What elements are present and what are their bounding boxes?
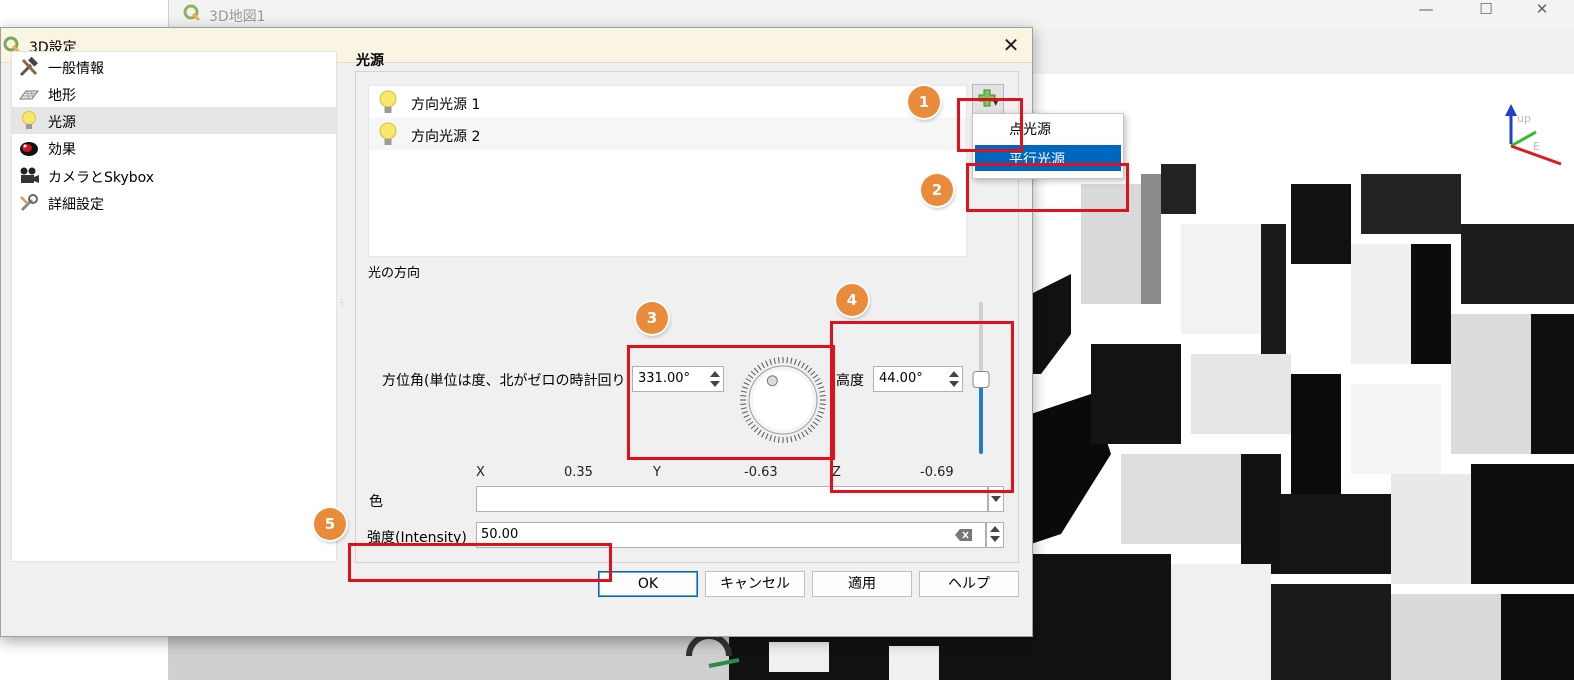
nav-label-general: 一般情報 [48,61,104,77]
main-titlebar: 3D地図1 — ☐ ✕ [169,0,1574,30]
map-bottom-strip [169,636,1031,680]
highlight-box-intensity [348,543,612,582]
highlight-box-altitude [830,321,1014,493]
nav-item-lights[interactable]: 光源 [12,107,336,134]
nav-item-general[interactable]: 一般情報 [12,53,336,80]
step-badge-5: 5 [314,508,346,540]
camera-icon [20,167,39,183]
nav-item-terrain[interactable]: 地形 [12,80,336,107]
effects-icon [20,142,38,156]
step-badge-3: 3 [636,302,668,334]
main-window-title: 3D地図1 [209,9,266,25]
light-source-label: 方向光源 2 [411,129,481,145]
axis-up-label: up [1517,112,1531,125]
light-direction-label: 光の方向 [368,266,421,281]
nav-label-lights: 光源 [48,115,76,131]
minimize-button[interactable]: — [1401,0,1451,22]
ok-button[interactable]: OK [598,571,698,597]
highlight-box-directional-light [966,163,1129,212]
nav-label-effects: 効果 [48,142,76,158]
splitter-handle[interactable]: ⋮ [338,298,346,312]
cancel-button[interactable]: キャンセル [705,571,805,597]
intensity-spin-arrows[interactable] [986,522,1004,548]
settings-nav-list: 一般情報 地形 光源 効果 カメラとSkybox 詳細設定 [11,51,337,562]
x-axis-label: X [476,465,485,480]
azimuth-label: 方位角(単位は度、北がゼロの時計回り) [382,373,631,389]
step-badge-2: 2 [921,174,953,206]
y-axis-label: Y [653,465,661,480]
nav-item-advanced[interactable]: 詳細設定 [12,189,336,216]
hammer-wrench-icon [19,56,38,77]
maximize-button[interactable]: ☐ [1461,0,1511,22]
highlight-box-azimuth [627,345,835,460]
light-source-label: 方向光源 1 [411,97,481,113]
nav-label-terrain: 地形 [48,88,76,104]
nav-label-advanced: 詳細設定 [48,197,104,213]
highlight-box-add-button [957,98,1023,152]
nav-label-camera-skybox: カメラとSkybox [48,170,155,186]
qgis-logo-icon [183,4,201,22]
nav-item-effects[interactable]: 効果 [12,134,336,161]
dialog-close-button[interactable]: ✕ [997,32,1025,58]
x-value: 0.35 [564,465,593,480]
light-source-list[interactable]: 方向光源 1 方向光源 2 [368,85,967,257]
close-window-button[interactable]: ✕ [1517,0,1567,22]
y-value: -0.63 [744,465,778,480]
color-label: 色 [369,494,383,510]
help-button[interactable]: ヘルプ [919,571,1019,597]
apply-button[interactable]: 適用 [812,571,912,597]
advanced-settings-icon [20,194,38,212]
chevron-down-icon [991,496,1001,502]
lightbulb-icon [379,90,397,113]
lightbulb-icon [22,111,36,129]
intensity-value: 50.00 [481,527,519,542]
lightbulb-icon [379,122,397,145]
light-source-item[interactable]: 方向光源 2 [369,118,966,150]
clear-input-icon[interactable] [955,529,973,541]
light-source-item[interactable]: 方向光源 1 [369,86,966,118]
terrain-icon [19,90,39,100]
step-badge-1: 1 [908,86,940,118]
step-badge-4: 4 [836,284,868,316]
nav-item-camera-skybox[interactable]: カメラとSkybox [12,162,336,189]
axis-e-label: E [1533,140,1540,153]
lights-section-title: 光源 [356,53,384,69]
